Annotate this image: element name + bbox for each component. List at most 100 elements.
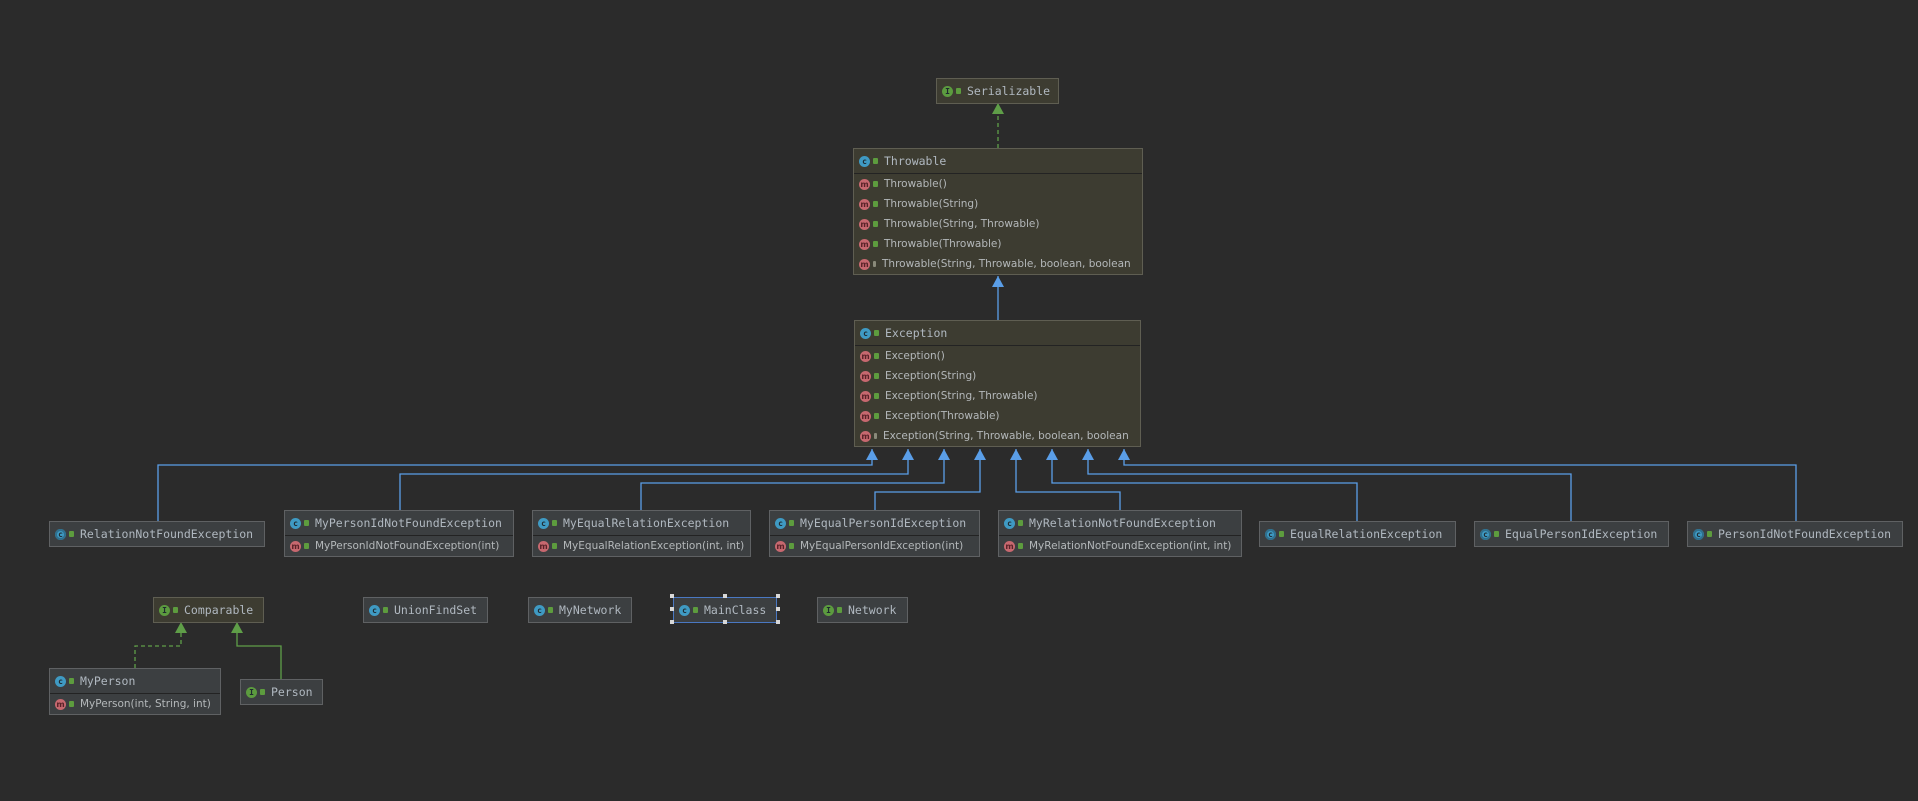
edge-exception-to-throwable[interactable] [992, 276, 1004, 320]
node-my-person[interactable]: c MyPerson m MyPerson(int, String, int) [49, 668, 221, 715]
method-row[interactable]: m MyRelationNotFoundException(int, int) [999, 536, 1241, 556]
method-row[interactable]: m Exception(String, Throwable, boolean, b… [855, 426, 1140, 446]
node-title: MainClass [704, 603, 767, 617]
method-row[interactable]: m Exception(String, Throwable) [855, 386, 1140, 406]
node-header[interactable]: c RelationNotFoundException [50, 522, 264, 546]
resize-handle[interactable] [723, 620, 727, 624]
node-title: PersonIdNotFoundException [1718, 527, 1892, 541]
method-row[interactable]: m MyPerson(int, String, int) [50, 694, 220, 714]
node-header[interactable]: c MyPersonIdNotFoundException [285, 511, 513, 536]
node-header[interactable]: c UnionFindSet [364, 598, 487, 622]
edge-my-equal-person-id-exception-to-exception[interactable] [874, 449, 986, 510]
node-comparable[interactable]: I Comparable [153, 597, 264, 623]
node-title: Comparable [184, 603, 254, 617]
edge-throwable-to-serializable[interactable] [992, 103, 1004, 148]
node-my-relation-not-found-exception[interactable]: c MyRelationNotFoundException m MyRelationN… [998, 510, 1242, 557]
edge-my-relation-not-found-exception-to-exception[interactable] [1010, 449, 1121, 510]
method-row[interactable]: m Throwable(String, Throwable) [854, 214, 1142, 234]
public-visibility-icon [260, 689, 265, 695]
method-label: Exception(Throwable) [885, 410, 1000, 422]
public-visibility-icon [1279, 531, 1284, 537]
node-header[interactable]: c Throwable [854, 149, 1142, 174]
node-header[interactable]: c MyPerson [50, 669, 220, 694]
edge-my-person-to-comparable[interactable] [134, 622, 187, 668]
node-header[interactable]: c MyNetwork [529, 598, 631, 622]
node-title: Exception [885, 326, 948, 340]
public-visibility-icon [956, 88, 961, 94]
method-icon: m [860, 430, 871, 442]
method-row[interactable]: m Exception() [855, 346, 1140, 366]
public-visibility-icon [873, 221, 878, 227]
method-row[interactable]: m Throwable(String) [854, 194, 1142, 214]
method-row[interactable]: m Throwable(String, Throwable, boolean, b… [854, 254, 1142, 274]
node-header[interactable]: c Exception [855, 321, 1140, 346]
node-header[interactable]: I Comparable [154, 598, 263, 622]
resize-handle[interactable] [776, 594, 780, 598]
public-visibility-icon [383, 607, 388, 613]
node-person[interactable]: I Person [240, 679, 323, 705]
public-visibility-icon [874, 353, 879, 359]
node-my-equal-relation-exception[interactable]: c MyEqualRelationException m MyEqualRelatio… [532, 510, 751, 557]
node-header[interactable]: c EqualRelationException [1260, 522, 1455, 546]
node-my-equal-person-id-exception[interactable]: c MyEqualPersonIdException m MyEqualPersonI… [769, 510, 980, 557]
method-row[interactable]: m Exception(Throwable) [855, 406, 1140, 426]
public-visibility-icon [789, 543, 794, 549]
method-label: MyEqualRelationException(int, int) [563, 540, 745, 552]
node-header[interactable]: c MyRelationNotFoundException [999, 511, 1241, 536]
public-visibility-icon [304, 543, 309, 549]
node-equal-person-id-exception[interactable]: c EqualPersonIdException [1474, 521, 1669, 547]
node-equal-relation-exception[interactable]: c EqualRelationException [1259, 521, 1456, 547]
class-icon: c [369, 604, 380, 616]
node-header[interactable]: I Person [241, 680, 322, 704]
protected-visibility-icon [874, 433, 877, 439]
resize-handle[interactable] [670, 620, 674, 624]
resize-handle[interactable] [776, 607, 780, 611]
node-throwable[interactable]: c Throwable m Throwable() m Throwable(String)… [853, 148, 1143, 275]
public-visibility-icon [1018, 520, 1023, 526]
node-my-network[interactable]: c MyNetwork [528, 597, 632, 623]
node-serializable[interactable]: I Serializable [936, 78, 1059, 104]
node-network[interactable]: I Network [817, 597, 908, 623]
method-row[interactable]: m MyEqualRelationException(int, int) [533, 536, 750, 556]
class-icon: c [534, 604, 545, 616]
public-visibility-icon [1018, 543, 1023, 549]
resize-handle[interactable] [776, 620, 780, 624]
public-visibility-icon [874, 393, 879, 399]
public-visibility-icon [173, 607, 178, 613]
edge-my-person-id-not-found-exception-to-exception[interactable] [399, 449, 914, 510]
node-title: Serializable [967, 84, 1051, 98]
method-row[interactable]: m Exception(String) [855, 366, 1140, 386]
node-exception[interactable]: c Exception m Exception() m Exception(String)… [854, 320, 1141, 447]
public-visibility-icon [873, 181, 878, 187]
node-header[interactable]: I Serializable [937, 79, 1058, 103]
resize-handle[interactable] [723, 594, 727, 598]
public-visibility-icon [874, 330, 879, 336]
method-row[interactable]: m Throwable() [854, 174, 1142, 194]
node-relation-not-found-exception[interactable]: c RelationNotFoundException [49, 521, 265, 547]
node-person-id-not-found-exception[interactable]: c PersonIdNotFoundException [1687, 521, 1903, 547]
node-header[interactable]: c MainClass [674, 598, 776, 622]
method-icon: m [775, 540, 786, 552]
node-title: MyPerson [80, 674, 136, 688]
public-visibility-icon [69, 678, 74, 684]
node-header[interactable]: I Network [818, 598, 907, 622]
resize-handle[interactable] [670, 607, 674, 611]
arrowhead-icon [866, 449, 878, 460]
node-union-find-set[interactable]: c UnionFindSet [363, 597, 488, 623]
protected-visibility-icon [873, 261, 876, 267]
method-label: Throwable() [884, 178, 947, 190]
node-header[interactable]: c PersonIdNotFoundException [1688, 522, 1902, 546]
edge-person-to-comparable[interactable] [231, 622, 282, 679]
node-header[interactable]: c MyEqualRelationException [533, 511, 750, 536]
node-header[interactable]: c MyEqualPersonIdException [770, 511, 979, 536]
node-title: EqualRelationException [1290, 527, 1443, 541]
exception-icon: c [1265, 528, 1276, 540]
method-row[interactable]: m MyPersonIdNotFoundException(int) [285, 536, 513, 556]
resize-handle[interactable] [670, 594, 674, 598]
method-row[interactable]: m MyEqualPersonIdException(int) [770, 536, 979, 556]
node-header[interactable]: c EqualPersonIdException [1475, 522, 1668, 546]
node-my-person-id-not-found-exception[interactable]: c MyPersonIdNotFoundException m MyPersonIdN… [284, 510, 514, 557]
method-row[interactable]: m Throwable(Throwable) [854, 234, 1142, 254]
method-label: Exception(String) [885, 370, 977, 382]
arrowhead-icon [974, 449, 986, 460]
